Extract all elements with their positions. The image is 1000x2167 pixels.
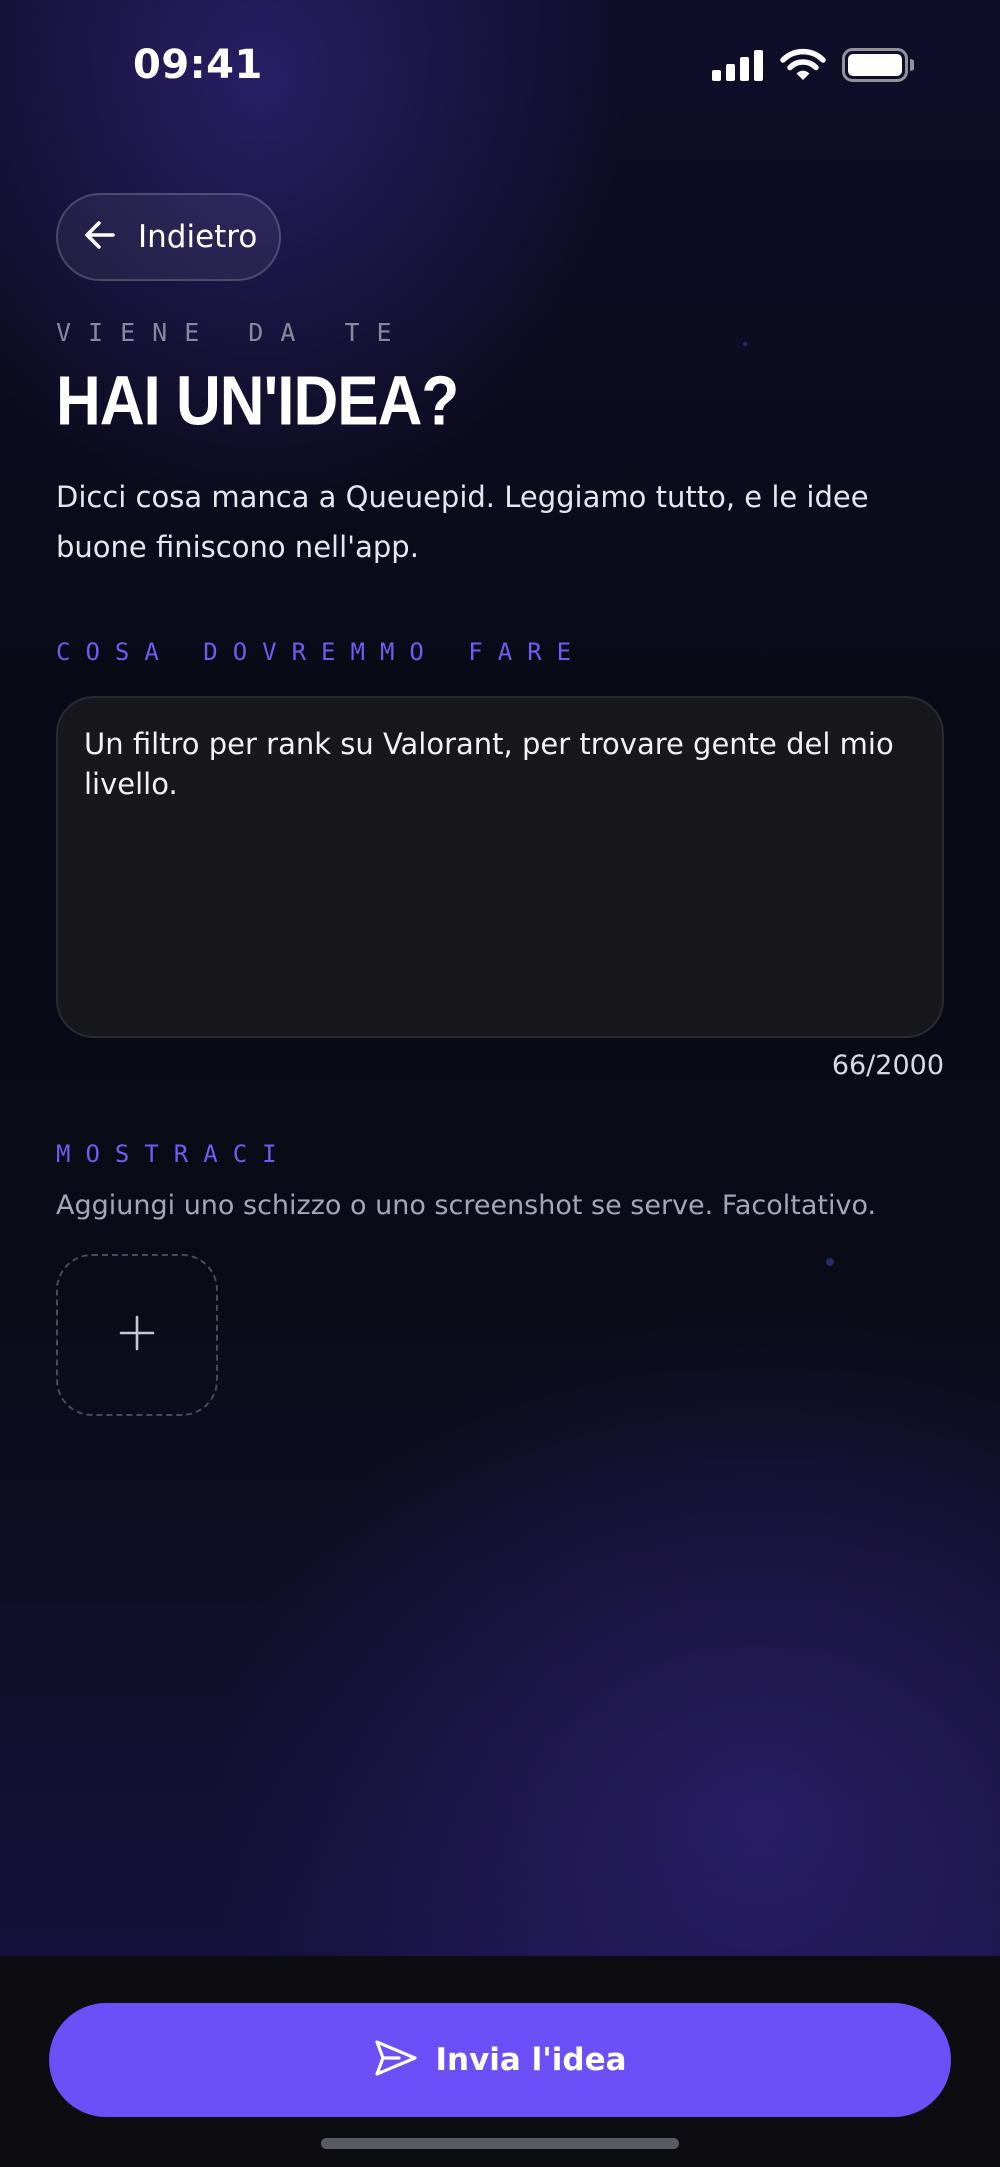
cellular-signal-icon	[712, 49, 764, 85]
character-counter: 66/2000	[831, 1050, 944, 1081]
page-subtitle: Dicci cosa manca a Queuepid. Leggiamo tu…	[56, 480, 869, 564]
status-time: 09:41	[133, 42, 263, 88]
background-particle	[743, 342, 747, 346]
plus-icon	[117, 1313, 157, 1357]
wifi-icon	[780, 48, 826, 86]
back-button[interactable]: Indietro	[56, 193, 281, 281]
idea-section-label: COSA DOVREMMO FARE	[56, 638, 587, 666]
battery-icon	[842, 48, 916, 86]
page-title: HAI UN'IDEA?	[56, 363, 459, 441]
add-attachment-button[interactable]	[56, 1254, 218, 1416]
back-label: Indietro	[138, 219, 258, 255]
status-bar: 09:41	[0, 0, 1000, 130]
idea-text-value: Un filtro per rank su Valorant, per trov…	[84, 727, 894, 801]
idea-textarea[interactable]: Un filtro per rank su Valorant, per trov…	[56, 696, 944, 1038]
background-particle	[826, 1258, 834, 1266]
attachment-helper-text: Aggiungi uno schizzo o uno screenshot se…	[56, 1190, 877, 1221]
submit-idea-button[interactable]: Invia l'idea	[49, 2003, 951, 2117]
attachment-section-label: MOSTRACI	[56, 1140, 292, 1168]
eyebrow-text: VIENE DA TE	[56, 318, 409, 347]
home-indicator	[321, 2138, 679, 2149]
send-icon	[373, 2038, 419, 2082]
arrow-left-icon	[80, 215, 120, 259]
status-icons	[712, 48, 916, 86]
submit-idea-label: Invia l'idea	[435, 2042, 627, 2078]
